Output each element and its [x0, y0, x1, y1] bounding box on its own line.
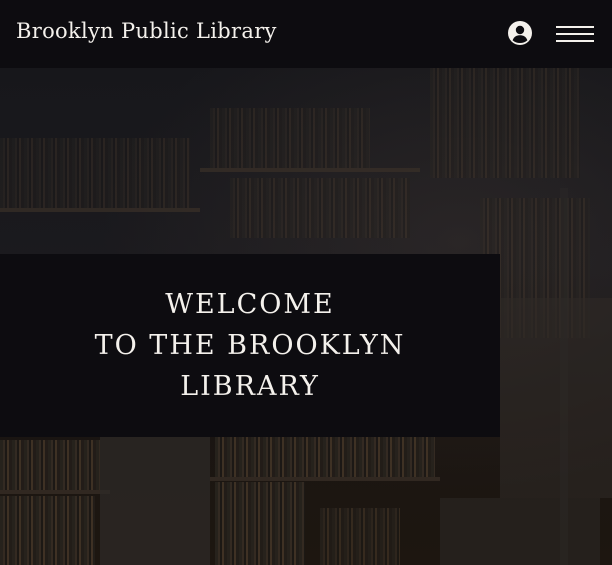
welcome-banner: WELCOME TO THE BROOKLYN LIBRARY	[0, 254, 500, 437]
welcome-heading: WELCOME TO THE BROOKLYN LIBRARY	[95, 284, 406, 407]
menu-button[interactable]	[556, 26, 594, 42]
site-title[interactable]: Brooklyn Public Library	[16, 19, 277, 43]
account-button[interactable]	[508, 21, 532, 45]
welcome-line: LIBRARY	[180, 371, 320, 402]
site-header: Brooklyn Public Library	[0, 0, 612, 68]
welcome-line: TO THE BROOKLYN	[94, 330, 406, 361]
page: Brooklyn Public Library WELCOME TO THE B…	[0, 0, 612, 565]
welcome-line: WELCOME	[165, 289, 335, 320]
user-circle-icon	[508, 21, 532, 45]
